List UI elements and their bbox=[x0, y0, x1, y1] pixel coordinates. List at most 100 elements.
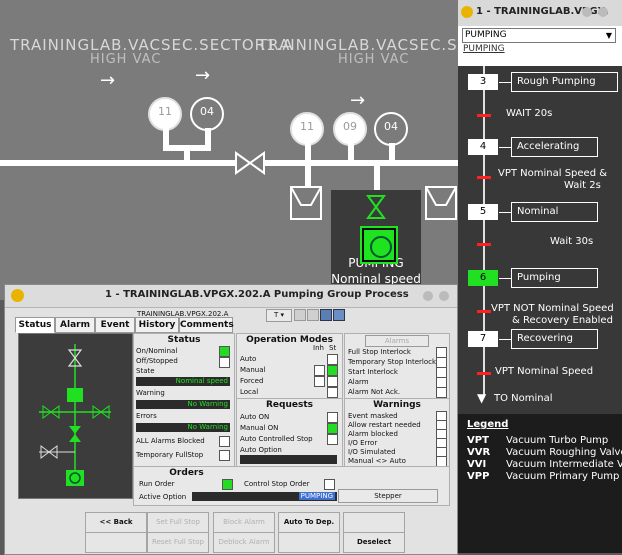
auto-controlled-stop-label: Auto Controlled Stop bbox=[240, 435, 313, 443]
transition-marker[interactable] bbox=[477, 310, 491, 313]
trend-icon[interactable] bbox=[320, 309, 332, 321]
legend: Legend VPT Vacuum Turbo Pump VVR Vacuum … bbox=[458, 414, 622, 553]
legend-value: Vacuum Turbo Pump bbox=[506, 435, 609, 446]
set-full-stop-button[interactable]: Set Full Stop bbox=[147, 512, 209, 533]
step-label[interactable]: Recovering bbox=[511, 329, 598, 349]
close-icon[interactable] bbox=[598, 7, 608, 17]
deblock-alarm-button[interactable]: Deblock Alarm bbox=[213, 532, 275, 553]
control-stop-order-label: Control Stop Order bbox=[244, 480, 310, 488]
turbo-pump-icon[interactable] bbox=[424, 185, 458, 221]
step-box[interactable]: 4 bbox=[468, 139, 498, 155]
io-error-label: I/O Error bbox=[348, 439, 378, 447]
orders-panel: Orders Run Order Control Stop Order Acti… bbox=[133, 466, 450, 506]
step-box[interactable]: 7 bbox=[468, 331, 498, 347]
forced-mode-checkbox[interactable] bbox=[327, 376, 338, 387]
transition-marker[interactable] bbox=[477, 114, 491, 117]
transition-marker[interactable] bbox=[477, 243, 491, 246]
legend-key: VVR bbox=[467, 447, 491, 458]
warning-value: No Warning bbox=[136, 400, 230, 409]
tab-history[interactable]: History bbox=[135, 317, 179, 333]
operation-modes-title: Operation Modes bbox=[246, 335, 333, 345]
sector2-subtitle: HIGH VAC bbox=[338, 52, 410, 67]
tab-comments[interactable]: Comments bbox=[179, 317, 234, 333]
errors-label: Errors bbox=[136, 412, 157, 420]
mini-synoptic[interactable] bbox=[18, 333, 133, 499]
sector1-subtitle: HIGH VAC bbox=[90, 52, 162, 67]
empty-button[interactable] bbox=[85, 532, 147, 553]
alarms-button[interactable]: Alarms bbox=[365, 335, 429, 347]
transition-label: Wait 2s bbox=[564, 180, 601, 191]
valve-icon[interactable] bbox=[234, 150, 266, 176]
manual-auto-label: Manual <> Auto bbox=[348, 457, 406, 465]
state-value: Nominal speed bbox=[136, 377, 230, 386]
back-button[interactable]: << Back bbox=[85, 512, 147, 533]
gauge-icon[interactable]: 04 bbox=[190, 97, 224, 131]
temporary-fullstop-indicator bbox=[219, 450, 230, 461]
legend-key: VPT bbox=[467, 435, 489, 446]
state-label: State bbox=[136, 367, 155, 375]
minimize-icon[interactable] bbox=[582, 7, 592, 17]
alarm-not-ack-label: Alarm Not Ack. bbox=[348, 388, 401, 396]
auto-option-label: Auto Option bbox=[240, 446, 282, 454]
all-alarms-blocked-indicator bbox=[219, 436, 230, 447]
save-icon[interactable] bbox=[333, 309, 345, 321]
stepper-graph: 3 Rough Pumping WAIT 20s 4 Accelerating … bbox=[458, 66, 622, 414]
alarm-not-ack-indicator bbox=[436, 387, 447, 398]
auto-mode-checkbox[interactable] bbox=[327, 354, 338, 365]
stepper-button[interactable]: Stepper bbox=[338, 489, 438, 503]
block-alarm-button[interactable]: Block Alarm bbox=[213, 512, 275, 533]
tab-status[interactable]: Status bbox=[15, 317, 55, 333]
t-dropdown[interactable]: T ▾ bbox=[266, 309, 292, 322]
local-mode-checkbox[interactable] bbox=[327, 387, 338, 398]
deselect-button[interactable]: Deselect bbox=[343, 532, 405, 553]
gauge-icon[interactable]: 11 bbox=[148, 97, 182, 131]
step-box[interactable]: 5 bbox=[468, 204, 498, 220]
step-label[interactable]: Rough Pumping bbox=[511, 72, 618, 92]
legend-value: Vacuum Primary Pump bbox=[506, 471, 620, 482]
legend-value: Vacuum Roughing Valve bbox=[506, 447, 622, 458]
down-arrow-icon: ▼ bbox=[477, 391, 487, 405]
io-simulated-label: I/O Simulated bbox=[348, 448, 396, 456]
auto-to-dep-button[interactable]: Auto To Dep. bbox=[278, 512, 340, 533]
process-dialog: 1 - TRAININGLAB.VPGX.202.A Pumping Group… bbox=[4, 284, 458, 555]
step-label[interactable]: Nominal bbox=[511, 202, 598, 222]
transition-marker[interactable] bbox=[477, 372, 491, 375]
manual-mode-checkbox[interactable] bbox=[327, 365, 338, 376]
gauge-icon[interactable]: 09 bbox=[333, 112, 367, 146]
toolbar-icon[interactable] bbox=[294, 309, 306, 321]
empty-button[interactable] bbox=[278, 532, 340, 553]
reset-full-stop-button[interactable]: Reset Full Stop bbox=[147, 532, 209, 553]
flow-arrow-icon: → bbox=[350, 90, 366, 111]
active-option-value: PUMPING bbox=[192, 492, 337, 501]
alarm-blocked-label: Alarm blocked bbox=[348, 430, 398, 438]
requests-title: Requests bbox=[265, 400, 313, 410]
transition-marker[interactable] bbox=[477, 176, 491, 179]
flow-arrow-icon: → bbox=[195, 65, 211, 86]
gauge-icon[interactable]: 11 bbox=[290, 112, 324, 146]
step-box-active[interactable]: 6 bbox=[468, 270, 498, 286]
minimize-icon[interactable] bbox=[423, 291, 433, 301]
legend-key: VPP bbox=[467, 471, 490, 482]
full-stop-interlock-label: Full Stop Interlock bbox=[348, 348, 411, 356]
manual-inh-checkbox[interactable] bbox=[314, 365, 325, 376]
active-option-label: Active Option bbox=[139, 493, 187, 501]
toolbar-icon[interactable] bbox=[307, 309, 319, 321]
tab-alarm[interactable]: Alarm bbox=[55, 317, 95, 333]
forced-inh-checkbox[interactable] bbox=[314, 376, 325, 387]
pump-icon[interactable] bbox=[362, 228, 396, 262]
step-label[interactable]: Accelerating bbox=[511, 137, 598, 157]
stepper-mode-select[interactable]: PUMPING ▼ bbox=[462, 28, 616, 43]
control-stop-order-indicator bbox=[324, 479, 335, 490]
gauge-icon[interactable]: 04 bbox=[374, 112, 408, 146]
empty-button[interactable] bbox=[343, 512, 405, 533]
temporary-stop-interlock-label: Temporary Stop Interlock bbox=[348, 358, 437, 366]
inh-header: Inh bbox=[313, 344, 324, 352]
turbo-pump-icon[interactable] bbox=[289, 185, 323, 221]
step-box[interactable]: 3 bbox=[468, 74, 498, 90]
tab-event[interactable]: Event bbox=[95, 317, 135, 333]
dialog-titlebar[interactable]: 1 - TRAININGLAB.VPGX.202.A Pumping Group… bbox=[5, 285, 457, 308]
step-label[interactable]: Pumping bbox=[511, 268, 598, 288]
synoptic-view: TRAININGLAB.VACSEC.SECTOR1.A HIGH VAC TR… bbox=[0, 0, 513, 300]
stepper-titlebar[interactable]: 1 - TRAININGLAB.VPGX. bbox=[458, 0, 622, 27]
close-icon[interactable] bbox=[439, 291, 449, 301]
